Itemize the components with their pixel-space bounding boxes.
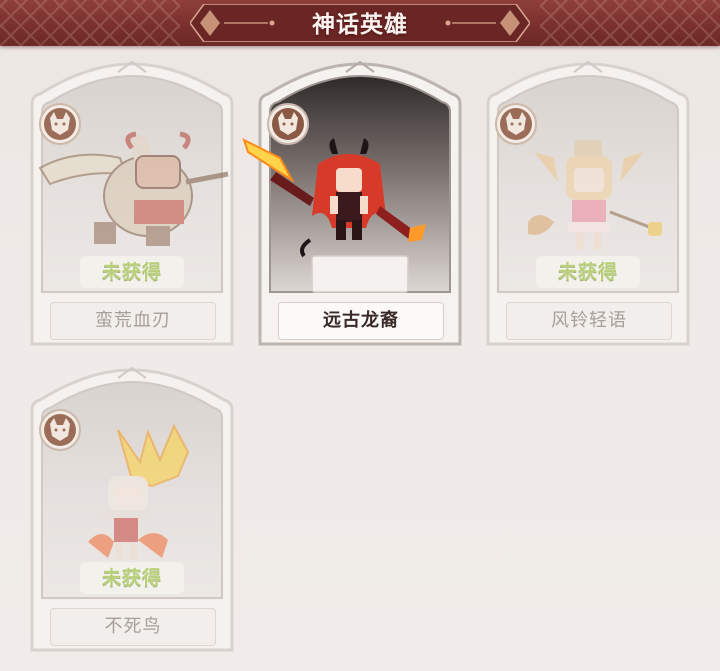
status-not-obtained: 未获得 xyxy=(80,256,184,288)
hero-card-fox[interactable]: 未获得 风铃轻语 xyxy=(484,60,692,348)
page-title: 神话英雄 xyxy=(312,12,408,38)
hero-name: 风铃轻语 xyxy=(506,302,672,340)
phoenix-sprite-icon xyxy=(88,423,190,560)
dragon-girl-sprite-icon xyxy=(242,138,426,258)
barbarian-sprite-icon xyxy=(38,131,229,246)
fox-girl-sprite-icon xyxy=(528,140,662,250)
hero-card-phoenix[interactable]: 未获得 不死鸟 xyxy=(28,366,236,654)
hero-card-dragon[interactable]: 远古龙裔 xyxy=(242,60,464,348)
status-not-obtained: 未获得 xyxy=(536,256,640,288)
hero-name: 蛮荒血刃 xyxy=(50,302,216,340)
hero-name: 不死鸟 xyxy=(50,608,216,646)
status-not-obtained: 未获得 xyxy=(80,562,184,594)
wolf-emblem-icon xyxy=(39,409,81,451)
header-banner: 神话英雄 xyxy=(0,0,720,46)
hero-card-barbarian[interactable]: 未获得 蛮荒血刃 xyxy=(28,60,236,348)
hero-name: 远古龙裔 xyxy=(278,302,444,340)
